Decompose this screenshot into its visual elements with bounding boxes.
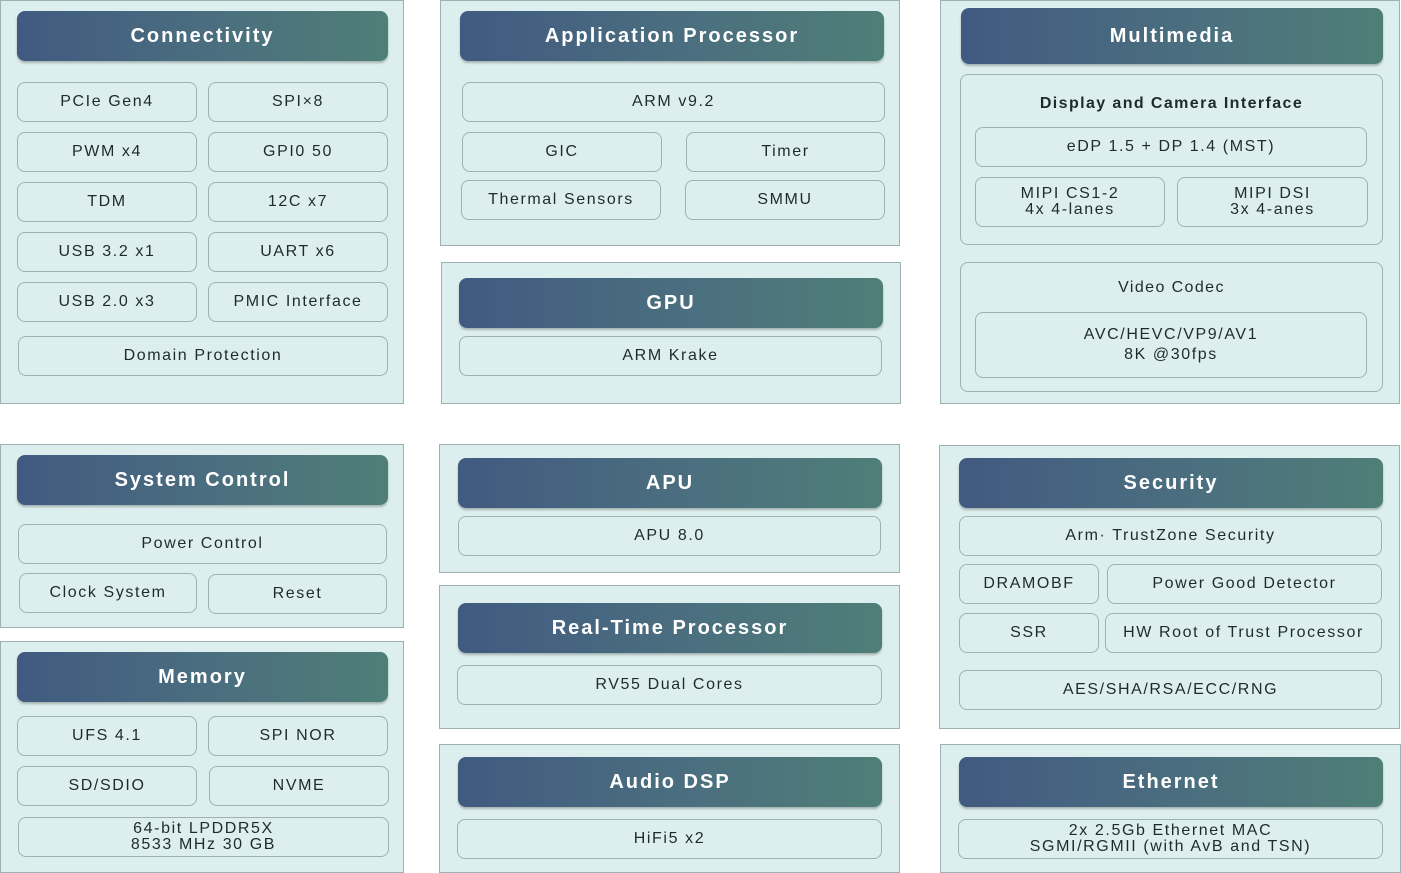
edp-dp-block: eDP 1.5 + DP 1.4 (MST)	[975, 127, 1367, 167]
apu-header: APU	[458, 458, 882, 508]
memory-header: Memory	[17, 652, 388, 702]
arm-krake-block: ARM Krake	[459, 336, 882, 376]
mipi-csi-block: MIPI CS1-2 4x 4-lanes	[975, 177, 1165, 227]
usb20-block: USB 2.0 x3	[17, 282, 197, 322]
ethernet-interface: SGMI/RGMII (with AvB and TSN)	[1029, 838, 1312, 855]
crypto-block: AES/SHA/RSA/ECC/RNG	[959, 670, 1382, 710]
thermal-sensors-block: Thermal Sensors	[461, 180, 661, 220]
smmu-block: SMMU	[685, 180, 885, 220]
pmic-block: PMIC Interface	[208, 282, 388, 322]
domain-protection-block: Domain Protection	[18, 336, 388, 376]
spi-nor-block: SPI NOR	[208, 716, 388, 756]
ethernet-mac: 2x 2.5Gb Ethernet MAC	[1068, 822, 1273, 839]
lpddr-spec: 8533 MHz 30 GB	[130, 836, 277, 853]
tdm-block: TDM	[17, 182, 197, 222]
rtp-header: Real-Time Processor	[458, 603, 882, 653]
nvme-block: NVME	[209, 766, 389, 806]
lpddr-block: 64-bit LPDDR5X 8533 MHz 30 GB	[18, 817, 389, 857]
display-camera-title: Display and Camera Interface	[1039, 95, 1304, 112]
rv55-block: RV55 Dual Cores	[457, 665, 882, 705]
ethernet-mac-block: 2x 2.5Gb Ethernet MAC SGMI/RGMII (with A…	[958, 819, 1383, 859]
ssr-block: SSR	[959, 613, 1099, 653]
application-processor-header: Application Processor	[460, 11, 884, 61]
gpio-block: GPI0 50	[208, 132, 388, 172]
uart-block: UART x6	[208, 232, 388, 272]
mipi-dsi-lanes: 3x 4-anes	[1230, 201, 1315, 218]
apu-80-block: APU 8.0	[458, 516, 881, 556]
mipi-csi-lanes: 4x 4-lanes	[1025, 201, 1115, 218]
codec-formats: AVC/HEVC/VP9/AV1	[1083, 326, 1259, 343]
trustzone-block: Arm· TrustZone Security	[959, 516, 1382, 556]
reset-block: Reset	[208, 574, 387, 614]
security-header: Security	[959, 458, 1383, 508]
gic-block: GIC	[462, 132, 662, 172]
gpu-header: GPU	[459, 278, 883, 328]
codec-formats-block: AVC/HEVC/VP9/AV1 8K @30fps	[975, 312, 1367, 378]
power-control-block: Power Control	[18, 524, 387, 564]
mipi-csi-name: MIPI CS1-2	[1020, 185, 1120, 202]
clock-system-block: Clock System	[19, 573, 197, 613]
sd-sdio-block: SD/SDIO	[17, 766, 197, 806]
power-good-detector-block: Power Good Detector	[1107, 564, 1382, 604]
timer-block: Timer	[686, 132, 885, 172]
connectivity-header: Connectivity	[17, 11, 388, 61]
dramobf-block: DRAMOBF	[959, 564, 1099, 604]
ufs-block: UFS 4.1	[17, 716, 197, 756]
hw-root-of-trust-block: HW Root of Trust Processor	[1105, 613, 1382, 653]
arm-v92-block: ARM v9.2	[462, 82, 885, 122]
spi-block: SPI×8	[208, 82, 388, 122]
pwm-block: PWM x4	[17, 132, 197, 172]
mipi-dsi-name: MIPI DSI	[1234, 185, 1311, 202]
i2c-block: 12C x7	[208, 182, 388, 222]
multimedia-header: Multimedia	[961, 8, 1383, 64]
audio-dsp-header: Audio DSP	[458, 757, 882, 807]
system-control-header: System Control	[17, 455, 388, 505]
lpddr-type: 64-bit LPDDR5X	[133, 820, 274, 837]
usb32-block: USB 3.2 x1	[17, 232, 197, 272]
pcie-block: PCIe Gen4	[17, 82, 197, 122]
ethernet-header: Ethernet	[959, 757, 1383, 807]
codec-resolution: 8K @30fps	[1124, 346, 1218, 363]
mipi-dsi-block: MIPI DSI 3x 4-anes	[1177, 177, 1368, 227]
video-codec-title: Video Codec	[1118, 279, 1225, 296]
hifi5-block: HiFi5 x2	[457, 819, 882, 859]
